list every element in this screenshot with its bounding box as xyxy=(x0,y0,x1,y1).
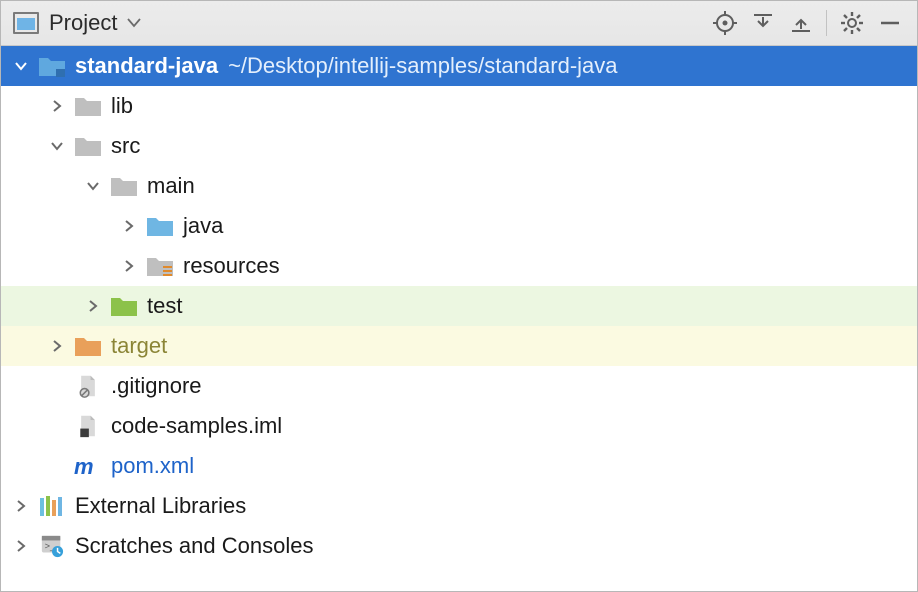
tree-node-label: src xyxy=(111,133,140,159)
libraries-icon xyxy=(37,491,67,521)
folder-icon xyxy=(73,131,103,161)
tree-node-external-libraries[interactable]: External Libraries xyxy=(1,486,917,526)
tree-node-label: java xyxy=(183,213,223,239)
project-view-title: Project xyxy=(49,10,117,36)
expand-toggle[interactable] xyxy=(45,134,69,158)
maven-file-icon: m xyxy=(73,451,103,481)
tree-node-label: External Libraries xyxy=(75,493,246,519)
expand-toggle[interactable] xyxy=(117,254,141,278)
tree-node-resources[interactable]: resources xyxy=(1,246,917,286)
tree-node-gitignore[interactable]: .gitignore xyxy=(1,366,917,406)
resources-folder-icon xyxy=(145,251,175,281)
project-tool-window: Project xyxy=(0,0,918,592)
project-view-selector[interactable]: Project xyxy=(9,10,360,36)
locate-target-icon[interactable] xyxy=(706,4,744,42)
svg-text:m: m xyxy=(74,454,94,478)
toolbar-divider xyxy=(826,10,827,36)
tree-node-label: standard-java xyxy=(75,53,218,79)
tree-node-label: .gitignore xyxy=(111,373,202,399)
tree-node-pom[interactable]: m pom.xml xyxy=(1,446,917,486)
hide-tool-window-icon[interactable] xyxy=(871,4,909,42)
project-toolbar: Project xyxy=(1,1,917,46)
tree-node-src[interactable]: src xyxy=(1,126,917,166)
project-tree[interactable]: standard-java ~/Desktop/intellij-samples… xyxy=(1,46,917,591)
ignored-file-icon xyxy=(73,371,103,401)
expand-toggle[interactable] xyxy=(81,174,105,198)
expand-toggle[interactable] xyxy=(117,214,141,238)
tree-node-label: Scratches and Consoles xyxy=(75,533,313,559)
tree-node-lib[interactable]: lib xyxy=(1,86,917,126)
tree-node-label: code-samples.iml xyxy=(111,413,282,439)
expand-toggle[interactable] xyxy=(9,534,33,558)
expand-toggle[interactable] xyxy=(45,334,69,358)
source-folder-icon xyxy=(145,211,175,241)
test-folder-icon xyxy=(109,291,139,321)
tree-node-project-root[interactable]: standard-java ~/Desktop/intellij-samples… xyxy=(1,46,917,86)
folder-icon xyxy=(73,91,103,121)
folder-icon xyxy=(109,171,139,201)
project-window-icon xyxy=(13,12,39,34)
tree-node-label: main xyxy=(147,173,195,199)
tree-node-label: test xyxy=(147,293,182,319)
expand-toggle[interactable] xyxy=(9,54,33,78)
module-folder-icon xyxy=(37,51,67,81)
tree-node-main[interactable]: main xyxy=(1,166,917,206)
tree-node-label: lib xyxy=(111,93,133,119)
tree-node-java[interactable]: java xyxy=(1,206,917,246)
tree-node-label: pom.xml xyxy=(111,453,194,479)
expand-toggle[interactable] xyxy=(81,294,105,318)
tree-node-test[interactable]: test xyxy=(1,286,917,326)
scratches-icon: >_ xyxy=(37,531,67,561)
tree-node-scratches[interactable]: >_ Scratches and Consoles xyxy=(1,526,917,566)
dropdown-arrow-icon xyxy=(127,18,141,28)
tree-node-label: resources xyxy=(183,253,280,279)
excluded-folder-icon xyxy=(73,331,103,361)
settings-gear-icon[interactable] xyxy=(833,4,871,42)
module-file-icon xyxy=(73,411,103,441)
tree-node-label: target xyxy=(111,333,167,359)
expand-all-icon[interactable] xyxy=(744,4,782,42)
tree-node-iml[interactable]: code-samples.iml xyxy=(1,406,917,446)
expand-toggle[interactable] xyxy=(45,94,69,118)
tree-node-target[interactable]: target xyxy=(1,326,917,366)
collapse-all-icon[interactable] xyxy=(782,4,820,42)
expand-toggle[interactable] xyxy=(9,494,33,518)
tree-node-path: ~/Desktop/intellij-samples/standard-java xyxy=(228,53,617,79)
